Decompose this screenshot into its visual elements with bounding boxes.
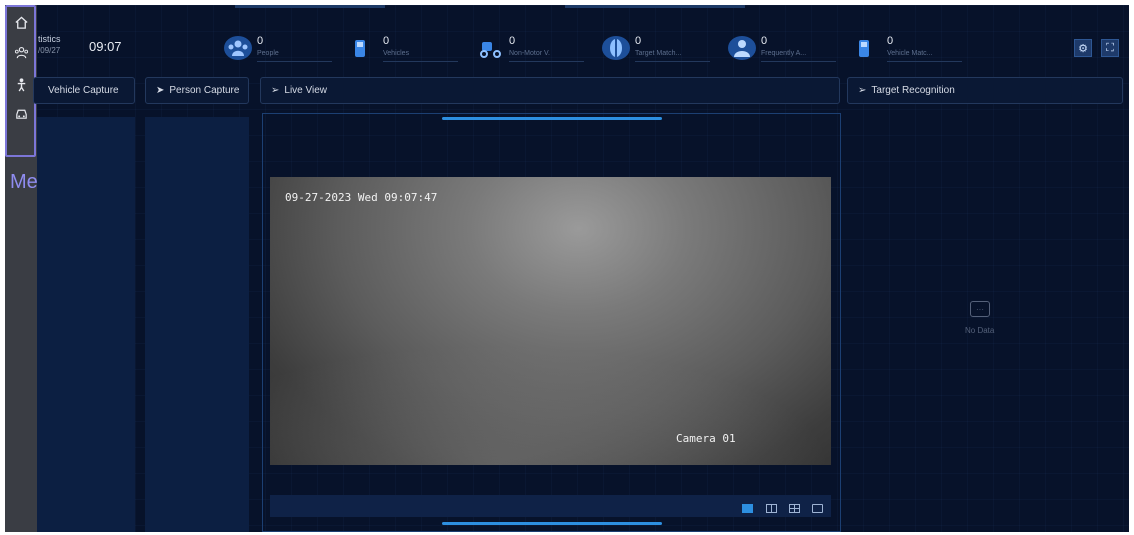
target-recognition-icon: ➢ xyxy=(858,85,867,96)
header-time: 09:07 xyxy=(89,39,122,54)
tab-live-view[interactable]: ➢ Live View xyxy=(260,77,840,104)
target-recognition-panel xyxy=(847,113,1123,532)
header-glow xyxy=(235,5,385,8)
non-motor-vehicle-icon xyxy=(476,36,504,60)
vehicle-match-count: 0 xyxy=(887,35,894,47)
header-glow xyxy=(565,5,745,8)
stat-underline xyxy=(383,61,458,62)
vehicle-capture-panel xyxy=(37,117,135,532)
stat-underline xyxy=(257,61,332,62)
non-motor-label: Non-Motor V. xyxy=(509,50,550,57)
person-capture-icon: ➤ xyxy=(156,85,165,96)
vehicle-match-icon xyxy=(854,36,882,60)
vehicle-match-label: Vehicle Matc... xyxy=(887,50,933,57)
people-label: People xyxy=(257,50,279,57)
vehicles-count: 0 xyxy=(383,35,390,47)
live-video[interactable]: 09-27-2023 Wed 09:07:47 Camera 01 xyxy=(270,177,831,465)
frame-accent-top xyxy=(442,117,662,120)
live-view-label: Live View xyxy=(284,85,328,96)
target-match-count: 0 xyxy=(635,35,642,47)
four-window-icon[interactable] xyxy=(789,504,800,513)
statistics-title: tistics xyxy=(38,34,61,44)
tab-vehicle-capture[interactable]: Vehicle Capture xyxy=(33,77,135,104)
target-recognition-label: Target Recognition xyxy=(871,85,955,96)
frame-accent-bottom xyxy=(442,522,662,525)
stat-underline xyxy=(887,61,962,62)
stat-underline xyxy=(509,61,584,62)
two-window-icon[interactable] xyxy=(766,504,777,513)
live-view-icon: ➢ xyxy=(271,85,280,96)
frequently-appearing-icon xyxy=(728,36,756,60)
stat-underline xyxy=(635,61,710,62)
vehicle-capture-label: Vehicle Capture xyxy=(48,85,119,96)
tab-person-capture[interactable]: ➤ Person Capture xyxy=(145,77,249,104)
target-match-label: Target Match... xyxy=(635,50,682,57)
fullscreen-icon[interactable]: ⛶ xyxy=(1101,39,1119,57)
people-count: 0 xyxy=(257,35,264,47)
person-capture-label: Person Capture xyxy=(169,85,240,96)
no-data-label: No Data xyxy=(965,326,995,335)
stat-underline xyxy=(761,61,836,62)
non-motor-count: 0 xyxy=(509,35,516,47)
no-data-icon: ··· xyxy=(970,301,990,317)
vehicle-icon xyxy=(350,36,378,60)
app-window: Menu Bar tistics /09/27 09:07 0 People 0… xyxy=(5,5,1129,532)
target-match-icon xyxy=(602,36,630,60)
video-timestamp: 09-27-2023 Wed 09:07:47 xyxy=(285,191,438,204)
people-icon xyxy=(224,36,252,60)
custom-window-icon[interactable] xyxy=(812,504,823,513)
frequently-appearing-label: Frequently A... xyxy=(761,50,807,57)
frequently-appearing-count: 0 xyxy=(761,35,768,47)
menu-bar-highlight xyxy=(5,5,36,157)
statistics-date: /09/27 xyxy=(38,46,61,55)
tab-target-recognition[interactable]: ➢ Target Recognition xyxy=(847,77,1123,104)
single-window-icon[interactable] xyxy=(742,504,753,513)
settings-icon[interactable]: ⚙ xyxy=(1074,39,1092,57)
camera-name: Camera 01 xyxy=(676,432,736,445)
person-capture-panel xyxy=(145,117,249,532)
vehicles-label: Vehicles xyxy=(383,50,410,57)
